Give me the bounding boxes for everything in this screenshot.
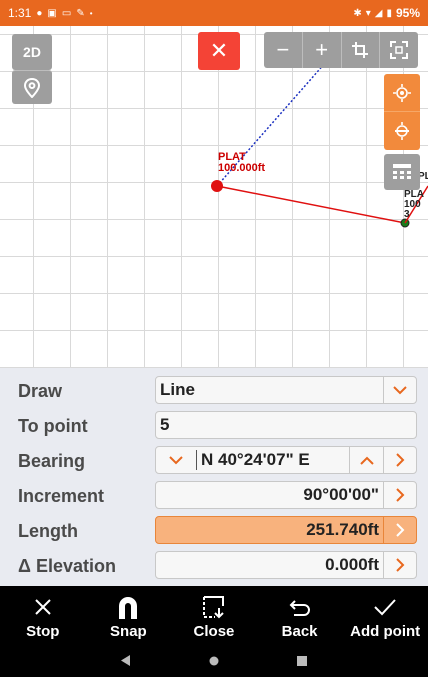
dot-icon: • xyxy=(89,8,93,18)
bearing-value: N 40°24'07" E xyxy=(196,450,349,470)
increment-row: Increment 90°00'00" xyxy=(0,479,428,514)
snap-button[interactable]: Snap xyxy=(86,586,172,646)
location-pin-icon xyxy=(23,77,41,98)
length-value: 251.740ft xyxy=(306,520,379,539)
bearing-row: Bearing N 40°24'07" E xyxy=(0,444,428,479)
undo-icon xyxy=(288,593,312,621)
fit-extent-icon xyxy=(390,41,409,59)
snap-line-button[interactable] xyxy=(384,112,420,150)
view-mode-button[interactable]: 2D xyxy=(12,34,52,70)
map-drawing xyxy=(211,45,428,228)
chevron-right-icon xyxy=(395,453,404,467)
zoom-out-button[interactable]: − xyxy=(264,32,303,68)
increment-label: Increment xyxy=(18,486,105,506)
system-nav-bar xyxy=(0,646,428,677)
plus-icon: + xyxy=(315,37,329,62)
point-a-marker xyxy=(211,180,223,192)
snap-point-button[interactable] xyxy=(384,74,420,112)
bearing-label: Bearing xyxy=(18,451,86,471)
nav-back-icon[interactable] xyxy=(121,653,131,671)
bearing-next-button[interactable] xyxy=(383,447,416,473)
length-label: Length xyxy=(18,521,78,541)
elevation-value: 0.000ft xyxy=(325,555,379,574)
bearing-decrement-button[interactable] xyxy=(156,447,196,473)
nav-home-icon[interactable] xyxy=(209,653,219,671)
close-icon xyxy=(34,593,52,621)
gallery-icon: ▣ xyxy=(47,7,57,19)
close-icon: ✕ xyxy=(209,38,229,63)
bearing-increment-button[interactable] xyxy=(349,447,383,473)
draw-value: Line xyxy=(160,380,195,399)
add-point-button[interactable]: Add point xyxy=(342,586,428,646)
increment-next-button[interactable] xyxy=(383,482,416,508)
chevron-right-icon xyxy=(395,558,404,572)
chevron-right-icon xyxy=(395,488,404,502)
draw-row: Draw Line xyxy=(0,374,428,409)
elevation-input[interactable]: 0.000ft xyxy=(155,551,417,579)
battery-icon: ▮ xyxy=(386,7,392,19)
snap-options xyxy=(384,74,420,150)
bearing-input[interactable]: N 40°24'07" E xyxy=(155,446,417,474)
edit-icon: ✎ xyxy=(76,7,85,19)
message-icon: ▭ xyxy=(61,7,72,19)
calculator-icon xyxy=(393,164,411,179)
draw-select[interactable]: Line xyxy=(155,376,417,404)
close-shape-icon xyxy=(202,593,226,621)
checkmark-icon xyxy=(373,593,397,621)
chevron-down-icon[interactable] xyxy=(383,377,416,403)
wifi-icon: ▾ xyxy=(365,7,371,19)
cancel-draw-button[interactable]: ✕ xyxy=(198,32,240,70)
chevron-down-icon xyxy=(169,455,183,464)
to-point-value: 5 xyxy=(160,415,170,434)
to-point-input[interactable]: 5 xyxy=(155,411,417,439)
map-toolbar: − + xyxy=(264,32,418,68)
signal-icon: ◢ xyxy=(374,7,383,19)
status-bar: 1:31 ● ▣ ▭ ✎ • ✱ ▾ ◢ ▮ 95% xyxy=(0,0,428,26)
minus-icon: − xyxy=(276,37,290,62)
close-polygon-button[interactable]: Close xyxy=(171,586,257,646)
bluetooth-icon: ✱ xyxy=(353,7,362,19)
back-button[interactable]: Back xyxy=(257,586,343,646)
crop-button[interactable] xyxy=(342,32,381,68)
snap-line-icon xyxy=(395,122,409,140)
chevron-up-icon xyxy=(359,456,374,465)
draw-form: Draw Line To point 5 Bearing N 40°24'07"… xyxy=(0,368,428,586)
nav-recents-icon[interactable] xyxy=(297,653,307,671)
elevation-label: Δ Elevation xyxy=(18,556,116,576)
stop-button[interactable]: Stop xyxy=(0,586,86,646)
calculator-button[interactable] xyxy=(384,154,420,190)
bottom-toolbar: Stop Snap Close Back Add point xyxy=(0,586,428,646)
magnet-icon xyxy=(117,593,139,621)
to-point-row: To point 5 xyxy=(0,409,428,444)
battery-level: 95% xyxy=(395,6,420,20)
zoom-in-button[interactable]: + xyxy=(303,32,342,68)
location-button[interactable] xyxy=(12,70,52,104)
point-a-label: PLAT 100.000ft xyxy=(218,151,266,174)
chevron-right-icon xyxy=(395,523,404,537)
notification-icon: ● xyxy=(36,7,43,19)
length-input[interactable]: 251.740ft xyxy=(155,516,417,544)
map-canvas[interactable]: PLAT 100.000ft PL PLA 100 3 2D ✕ − + xyxy=(0,26,428,368)
elevation-row: Δ Elevation 0.000ft xyxy=(0,549,428,584)
drawn-line xyxy=(216,185,406,224)
to-point-label: To point xyxy=(18,416,88,436)
increment-value: 90°00'00" xyxy=(303,485,379,504)
clock: 1:31 xyxy=(8,6,32,20)
length-next-button[interactable] xyxy=(383,517,416,543)
snap-point-icon xyxy=(393,83,411,102)
increment-input[interactable]: 90°00'00" xyxy=(155,481,417,509)
point-b-label-2: PLA 100 3 xyxy=(404,189,424,220)
draw-label: Draw xyxy=(18,381,63,401)
elevation-next-button[interactable] xyxy=(383,552,416,578)
crop-icon xyxy=(352,42,369,58)
fit-extent-button[interactable] xyxy=(380,32,418,68)
length-row: Length 251.740ft xyxy=(0,514,428,549)
